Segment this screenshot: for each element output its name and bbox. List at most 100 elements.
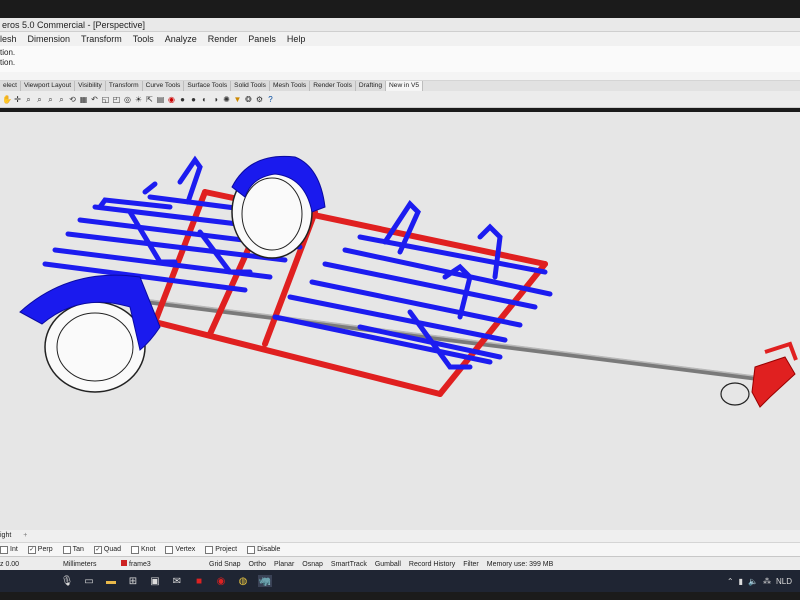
- options-icon[interactable]: ⚙: [255, 95, 264, 104]
- sun-icon[interactable]: ✺: [222, 95, 231, 104]
- app-recorder-icon[interactable]: ◉: [214, 575, 228, 587]
- osnap-perp[interactable]: Perp: [27, 545, 53, 554]
- osnap-bar: Int Perp Tan Quad Knot Vertex Project Di…: [0, 542, 800, 556]
- system-tray: ⌃ ▮ 🔈 ⁂ NLD: [727, 577, 800, 586]
- tray-language[interactable]: NLD: [776, 577, 792, 586]
- undo-view-icon[interactable]: ↶: [90, 95, 99, 104]
- osnap-quad[interactable]: Quad: [93, 545, 121, 554]
- tray-wifi-icon[interactable]: ⁂: [763, 577, 771, 586]
- ghosted-icon[interactable]: ◐: [200, 95, 209, 104]
- checkbox-icon: [62, 545, 71, 554]
- help-icon[interactable]: ?: [266, 95, 275, 104]
- grid-snap-toggle[interactable]: Grid Snap: [209, 561, 241, 568]
- osnap-disable[interactable]: Disable: [247, 545, 280, 554]
- window-title-bar: eros 5.0 Commercial - [Perspective]: [0, 18, 800, 32]
- record-history-toggle[interactable]: Record History: [409, 561, 455, 568]
- menu-render[interactable]: Render: [208, 32, 238, 46]
- start-windows-icon[interactable]: ⊞: [126, 575, 140, 587]
- shaded-icon[interactable]: ●: [178, 95, 187, 104]
- chrome-icon[interactable]: ◍: [236, 575, 250, 587]
- tray-chevron-up-icon[interactable]: ⌃: [727, 577, 734, 586]
- planar-toggle[interactable]: Planar: [274, 561, 294, 568]
- checkbox-icon: [165, 545, 174, 554]
- viewport-tabs: ight +: [0, 530, 800, 542]
- tab-curve-tools[interactable]: Curve Tools: [142, 81, 185, 91]
- tab-visibility[interactable]: Visibility: [75, 81, 106, 91]
- menu-analyze[interactable]: Analyze: [165, 32, 197, 46]
- tab-viewport-layout[interactable]: Viewport Layout: [20, 81, 76, 91]
- checkbox-icon: [27, 545, 36, 554]
- tab-new-in-v5[interactable]: New in V5: [386, 81, 424, 91]
- xray-icon[interactable]: ◑: [211, 95, 220, 104]
- environment-icon[interactable]: ❂: [244, 95, 253, 104]
- trailer-model: [19, 155, 798, 408]
- command-history: tion. tion.: [0, 46, 800, 73]
- rear-wheel: [231, 155, 326, 259]
- perspective-viewport[interactable]: [0, 112, 800, 530]
- menu-transform[interactable]: Transform: [81, 32, 122, 46]
- zoom-selected-icon[interactable]: ⌕: [57, 95, 66, 104]
- camera-icon[interactable]: ◎: [123, 95, 132, 104]
- gumball-toggle[interactable]: Gumball: [375, 561, 401, 568]
- checkbox-icon: [0, 545, 8, 554]
- windows-taskbar: 🎙 ▭ ▬ ⊞ ▣ ✉ ■ ◉ ◍ 🦏 ⌃ ▮ 🔈 ⁂ NLD: [0, 570, 800, 592]
- menu-panels[interactable]: Panels: [248, 32, 276, 46]
- command-input[interactable]: [0, 72, 800, 81]
- osnap-int[interactable]: Int: [0, 545, 18, 554]
- render-icon[interactable]: ◉: [167, 95, 176, 104]
- filter-toggle[interactable]: Filter: [463, 561, 479, 568]
- osnap-project[interactable]: Project: [205, 545, 237, 554]
- mail-icon[interactable]: ✉: [170, 575, 184, 587]
- osnap-vertex[interactable]: Vertex: [165, 545, 195, 554]
- layer-indicator[interactable]: frame3: [121, 560, 201, 568]
- command-history-line: tion.: [0, 58, 16, 67]
- menu-help[interactable]: Help: [287, 32, 306, 46]
- tab-transform[interactable]: Transform: [105, 81, 143, 91]
- toolbar-tabs: elect Viewport Layout Visibility Transfo…: [0, 81, 800, 91]
- move-icon[interactable]: ✛: [13, 95, 22, 104]
- ortho-toggle[interactable]: Ortho: [249, 561, 267, 568]
- tray-volume-icon[interactable]: 🔈: [748, 577, 758, 586]
- osnap-knot[interactable]: Knot: [131, 545, 155, 554]
- menu-dimension[interactable]: Dimension: [28, 32, 71, 46]
- light-bulb-icon[interactable]: ☀: [134, 95, 143, 104]
- render-preview-icon[interactable]: ▼: [233, 95, 242, 104]
- smarttrack-toggle[interactable]: SmartTrack: [331, 561, 367, 568]
- grid-icon[interactable]: ▦: [79, 95, 88, 104]
- microphone-icon[interactable]: 🎙: [60, 575, 74, 587]
- tab-select[interactable]: elect: [0, 81, 21, 91]
- app-red-icon[interactable]: ■: [192, 575, 206, 587]
- standard-toolbar: ✋ ✛ ⌕ ⌕ ⌕ ⌕ ⟲ ▦ ↶ ◱ ◰ ◎ ☀ ⇱ ▤ ◉ ● ● ◐ ◑ …: [0, 91, 800, 108]
- rhino-app-icon[interactable]: 🦏: [258, 575, 272, 587]
- pan-hand-icon[interactable]: ✋: [2, 95, 12, 104]
- tab-solid-tools[interactable]: Solid Tools: [231, 81, 270, 91]
- task-view-icon[interactable]: ▭: [82, 575, 96, 587]
- status-bar: z 0.00 Millimeters frame3 Grid Snap Orth…: [0, 556, 800, 571]
- tab-render-tools[interactable]: Render Tools: [310, 81, 356, 91]
- viewport-tab-right[interactable]: ight: [0, 532, 11, 539]
- tray-network-icon[interactable]: ▮: [739, 577, 743, 586]
- add-viewport-icon[interactable]: +: [23, 532, 27, 539]
- set-cplane-icon[interactable]: ◱: [101, 95, 110, 104]
- menu-tools[interactable]: Tools: [133, 32, 154, 46]
- select-icon[interactable]: ⇱: [145, 95, 154, 104]
- osnap-tan[interactable]: Tan: [62, 545, 84, 554]
- zoom-extents-icon[interactable]: ⌕: [46, 95, 55, 104]
- tab-drafting[interactable]: Drafting: [355, 81, 387, 91]
- checkbox-icon: [93, 545, 102, 554]
- tab-mesh-tools[interactable]: Mesh Tools: [269, 81, 311, 91]
- units-label[interactable]: Millimeters: [63, 561, 113, 568]
- named-cplane-icon[interactable]: ◰: [112, 95, 121, 104]
- rotate-view-icon[interactable]: ⟲: [68, 95, 77, 104]
- memory-readout: Memory use: 399 MB: [486, 560, 554, 568]
- store-icon[interactable]: ▣: [148, 575, 162, 587]
- zoom-in-icon[interactable]: ⌕: [24, 95, 33, 104]
- checkbox-icon: [247, 545, 256, 554]
- tab-surface-tools[interactable]: Surface Tools: [184, 81, 232, 91]
- rendered-icon[interactable]: ●: [189, 95, 198, 104]
- osnap-toggle[interactable]: Osnap: [302, 561, 323, 568]
- zoom-window-icon[interactable]: ⌕: [35, 95, 44, 104]
- filter-icon[interactable]: ▤: [156, 95, 165, 104]
- menu-mesh[interactable]: lesh: [0, 32, 17, 46]
- file-explorer-icon[interactable]: ▬: [104, 575, 118, 587]
